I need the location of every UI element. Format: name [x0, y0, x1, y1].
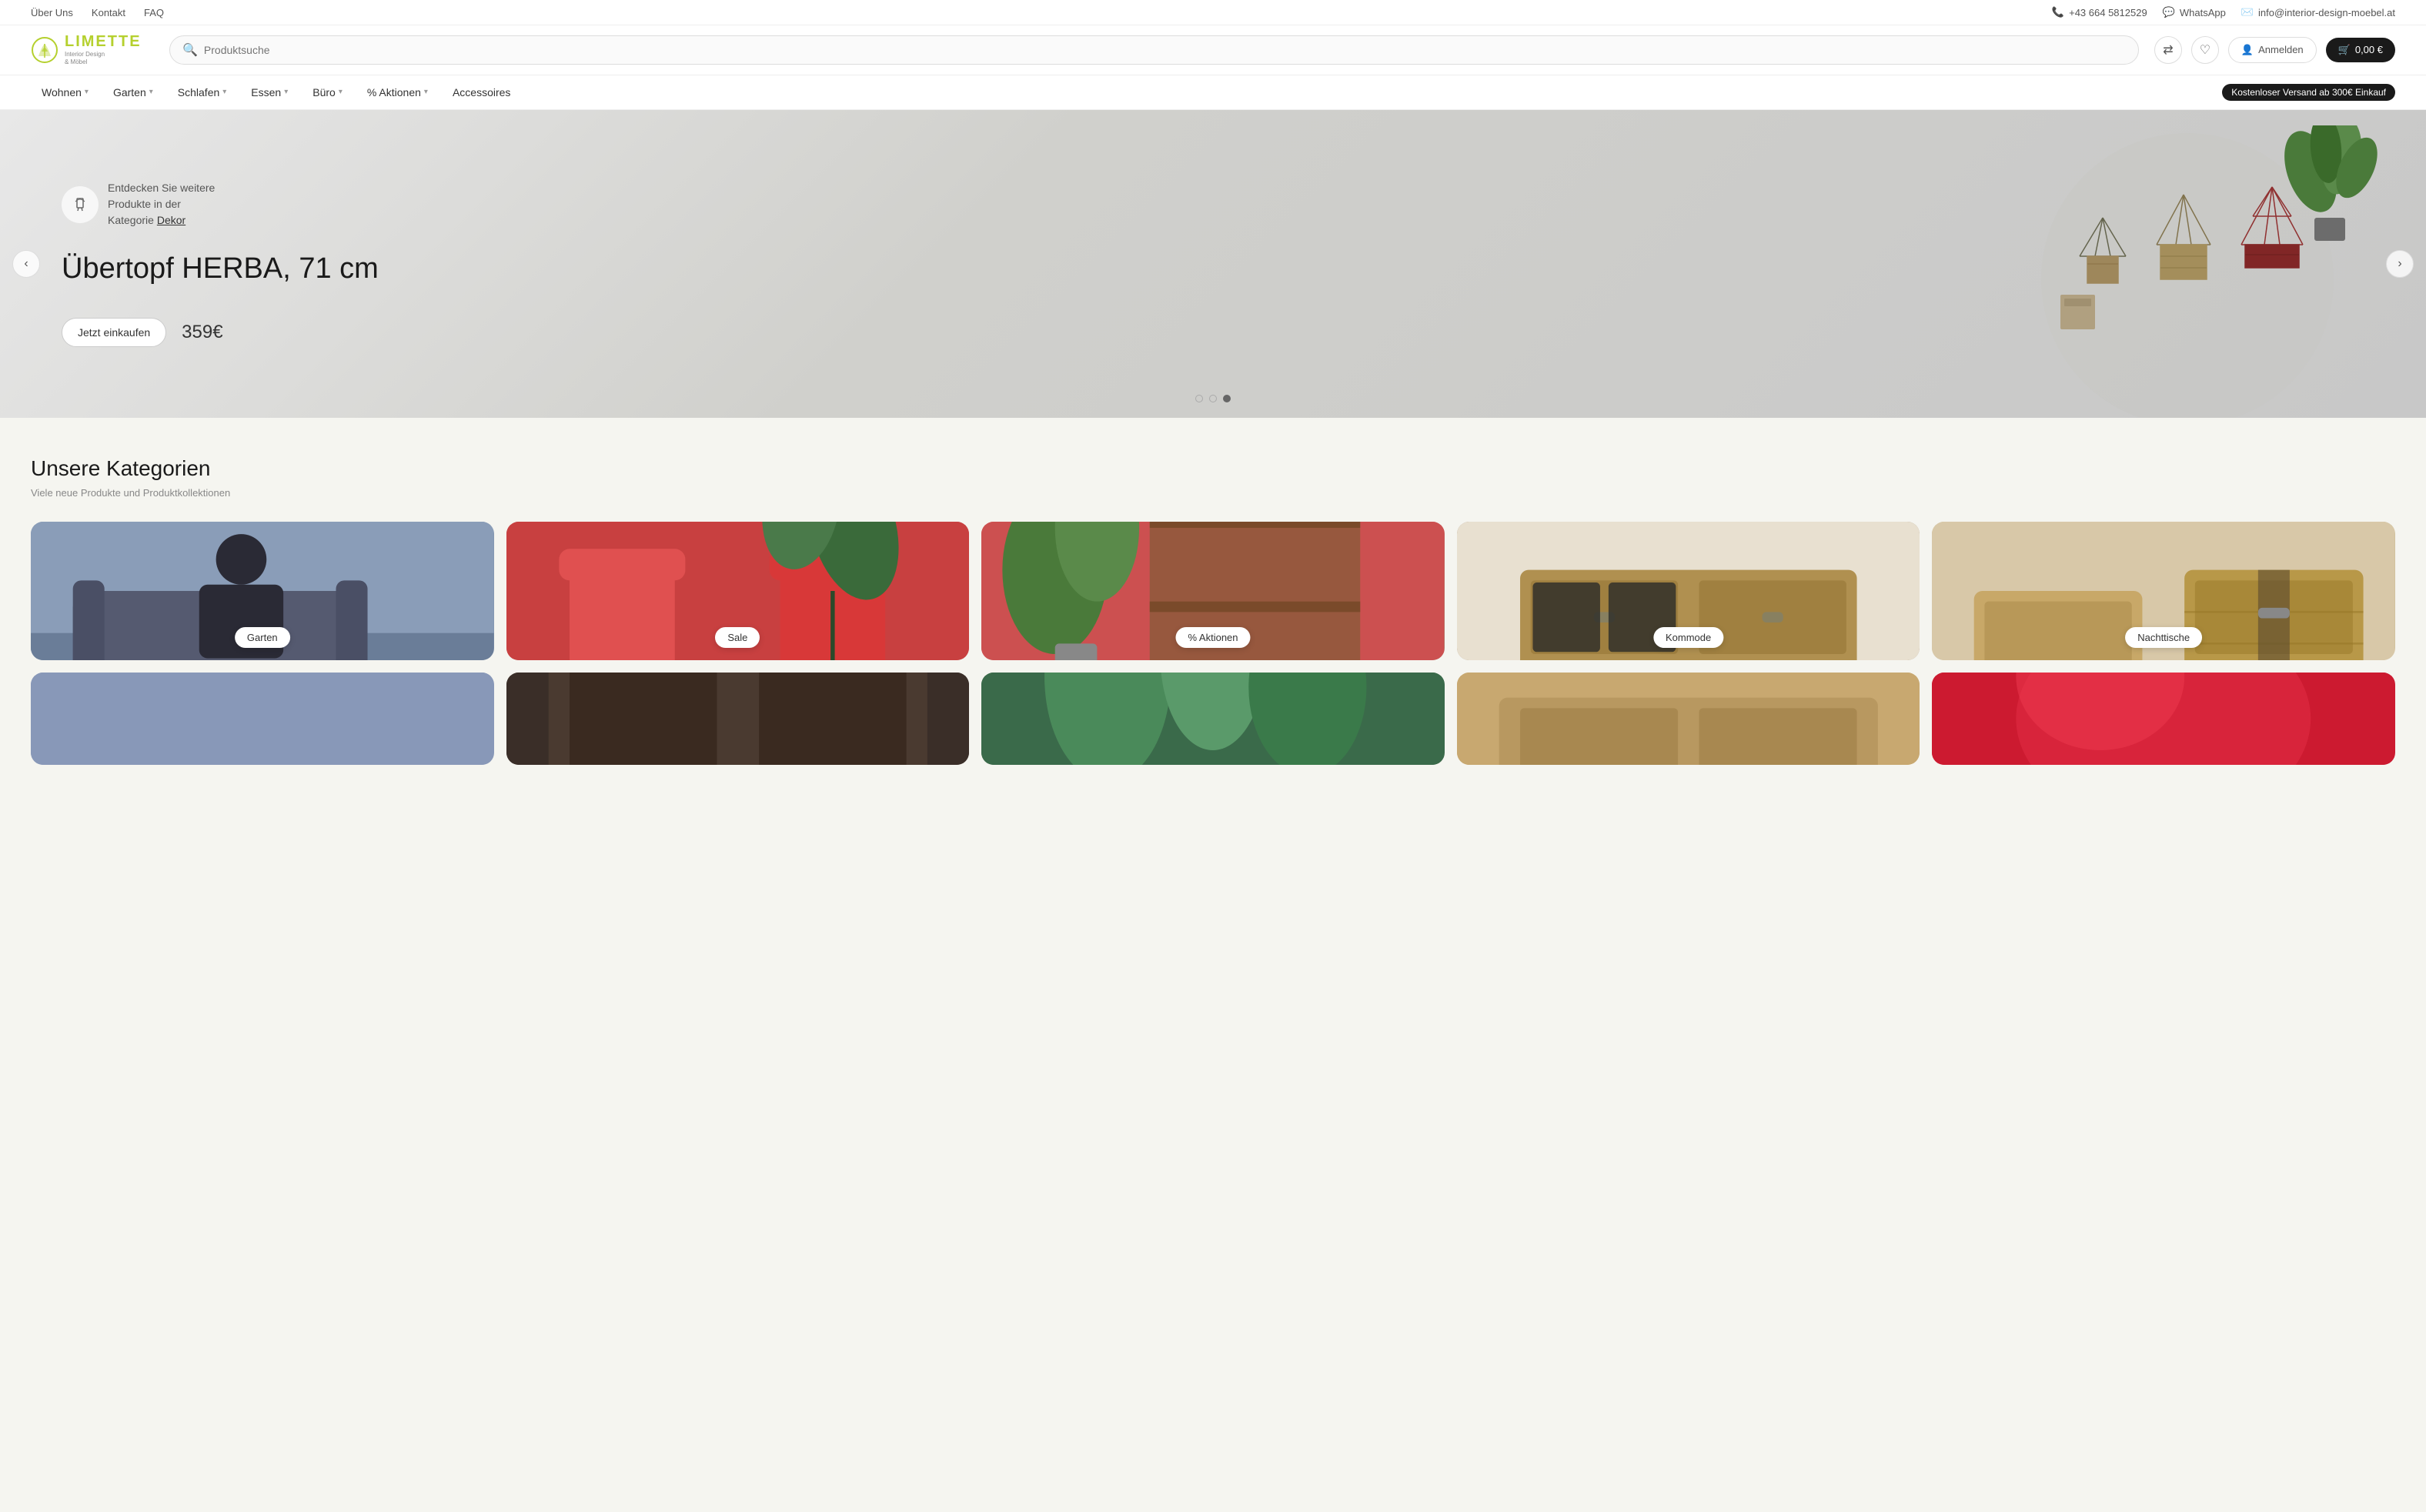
nav-item-garten[interactable]: Garten ▾: [102, 75, 164, 109]
nav-item-schlafen[interactable]: Schlafen ▾: [167, 75, 238, 109]
hero-dot-1[interactable]: [1195, 395, 1203, 402]
hero-next-button[interactable]: ›: [2386, 250, 2414, 278]
hero-price: 359€: [182, 322, 222, 343]
faq-link[interactable]: FAQ: [144, 7, 164, 18]
hero-decoration-svg: [1941, 125, 2388, 418]
hero-bottom: Jetzt einkaufen 359€: [62, 318, 379, 347]
nav-item-buro[interactable]: Büro ▾: [302, 75, 353, 109]
email-icon: ✉️: [2241, 6, 2254, 18]
categories-section: Unsere Kategorien Viele neue Produkte un…: [0, 418, 2426, 803]
shuffle-button[interactable]: ⇄: [2154, 36, 2182, 64]
nav-item-essen[interactable]: Essen ▾: [240, 75, 299, 109]
category-card-row2-3[interactable]: [981, 673, 1445, 765]
nav-items: Wohnen ▾ Garten ▾ Schlafen ▾ Essen ▾ Bür…: [31, 75, 521, 109]
chevron-down-icon: ▾: [149, 88, 153, 96]
top-bar: Über Uns Kontakt FAQ 📞 +43 664 5812529 💬…: [0, 0, 2426, 25]
login-button[interactable]: 👤 Anmelden: [2228, 37, 2317, 63]
hero-category-text: Entdecken Sie weitereProdukte in derKate…: [108, 180, 215, 229]
category-card-garten[interactable]: Garten: [31, 522, 494, 660]
user-icon: 👤: [2241, 44, 2254, 56]
nav-item-wohnen[interactable]: Wohnen ▾: [31, 75, 99, 109]
category-label-garten: Garten: [235, 627, 290, 648]
nav-item-accessoires[interactable]: Accessoires: [442, 75, 521, 109]
category-card-row2-1[interactable]: [31, 673, 494, 765]
header-actions: ⇄ ♡ 👤 Anmelden 🛒 0,00 €: [2154, 36, 2395, 64]
cat7-illustration: [506, 673, 970, 765]
kontakt-link[interactable]: Kontakt: [92, 7, 125, 18]
hero-dot-2[interactable]: [1209, 395, 1217, 402]
wishlist-button[interactable]: ♡: [2191, 36, 2219, 64]
cart-button[interactable]: 🛒 0,00 €: [2326, 38, 2395, 62]
top-bar-contacts: 📞 +43 664 5812529 💬 WhatsApp ✉️ info@int…: [2052, 6, 2395, 18]
shuffle-icon: ⇄: [2163, 42, 2173, 58]
email-address: info@interior-design-moebel.at: [2258, 7, 2395, 18]
category-card-nachttische[interactable]: Nachttische: [1932, 522, 2395, 660]
chevron-down-icon: ▾: [424, 88, 428, 96]
search-bar[interactable]: 🔍: [169, 35, 2139, 65]
logo-text: LIMETTE: [65, 33, 142, 51]
chevron-down-icon: ▾: [284, 88, 288, 96]
free-shipping-badge: Kostenloser Versand ab 300€ Einkauf: [2222, 84, 2395, 101]
categories-subtitle: Viele neue Produkte und Produktkollektio…: [31, 487, 2395, 499]
hero-prev-button[interactable]: ‹: [12, 250, 40, 278]
login-label: Anmelden: [2258, 44, 2304, 55]
hero-decoration: [1941, 125, 2388, 418]
logo-icon: [31, 36, 58, 64]
categories-title: Unsere Kategorien: [31, 456, 2395, 481]
category-icon: [62, 186, 99, 223]
category-card-row2-4[interactable]: [1457, 673, 1920, 765]
cat10-illustration: [1932, 673, 2395, 765]
search-input[interactable]: [204, 44, 2126, 56]
whatsapp-icon: 💬: [2163, 6, 2175, 18]
cat6-illustration: [31, 673, 494, 765]
nav-item-aktionen[interactable]: % Aktionen ▾: [356, 75, 439, 109]
categories-grid-row1: Garten: [31, 522, 2395, 660]
hero-section: ‹ Entdecken Sie weitereProdukte in derKa…: [0, 110, 2426, 418]
main-nav: Wohnen ▾ Garten ▾ Schlafen ▾ Essen ▾ Bür…: [0, 75, 2426, 110]
uber-uns-link[interactable]: Über Uns: [31, 7, 73, 18]
categories-grid-row2: [31, 673, 2395, 765]
category-card-row2-5[interactable]: [1932, 673, 2395, 765]
header: LIMETTE Interior Design& Möbel 🔍 ⇄ ♡ 👤 A…: [0, 25, 2426, 75]
whatsapp-label: WhatsApp: [2180, 7, 2226, 18]
category-label-aktionen: % Aktionen: [1175, 627, 1250, 648]
cart-icon: 🛒: [2338, 44, 2351, 56]
heart-icon: ♡: [2200, 42, 2210, 58]
category-card-sale[interactable]: Sale: [506, 522, 970, 660]
category-label-sale: Sale: [715, 627, 760, 648]
chevron-down-icon: ▾: [222, 88, 226, 96]
search-icon: 🔍: [182, 42, 198, 58]
category-label-nachttische: Nachttische: [2125, 627, 2202, 648]
category-link[interactable]: Dekor: [157, 214, 185, 226]
logo-subtext: Interior Design& Möbel: [65, 51, 142, 67]
hero-dots: [1195, 395, 1231, 402]
dekor-icon: [71, 195, 89, 214]
phone-number: +43 664 5812529: [2069, 7, 2147, 18]
email-contact[interactable]: ✉️ info@interior-design-moebel.at: [2241, 6, 2395, 18]
hero-content: Entdecken Sie weitereProdukte in derKate…: [0, 134, 440, 393]
category-label-kommode: Kommode: [1653, 627, 1723, 648]
phone-icon: 📞: [2052, 6, 2064, 18]
whatsapp-contact[interactable]: 💬 WhatsApp: [2163, 6, 2226, 18]
logo[interactable]: LIMETTE Interior Design& Möbel: [31, 33, 154, 67]
hero-title: Übertopf HERBA, 71 cm: [62, 252, 379, 287]
top-bar-links: Über Uns Kontakt FAQ: [31, 7, 164, 18]
cart-total: 0,00 €: [2355, 44, 2383, 55]
shop-now-button[interactable]: Jetzt einkaufen: [62, 318, 166, 347]
category-card-kommode[interactable]: Kommode: [1457, 522, 1920, 660]
hero-category-badge: Entdecken Sie weitereProdukte in derKate…: [62, 180, 379, 229]
category-card-aktionen[interactable]: AKTION %: [981, 522, 1445, 660]
category-card-row2-2[interactable]: [506, 673, 970, 765]
cat8-illustration: [981, 673, 1445, 765]
phone-contact[interactable]: 📞 +43 664 5812529: [2052, 6, 2147, 18]
chevron-down-icon: ▾: [339, 88, 343, 96]
hero-dot-3[interactable]: [1223, 395, 1231, 402]
chevron-down-icon: ▾: [85, 88, 89, 96]
cat9-illustration: [1457, 673, 1920, 765]
